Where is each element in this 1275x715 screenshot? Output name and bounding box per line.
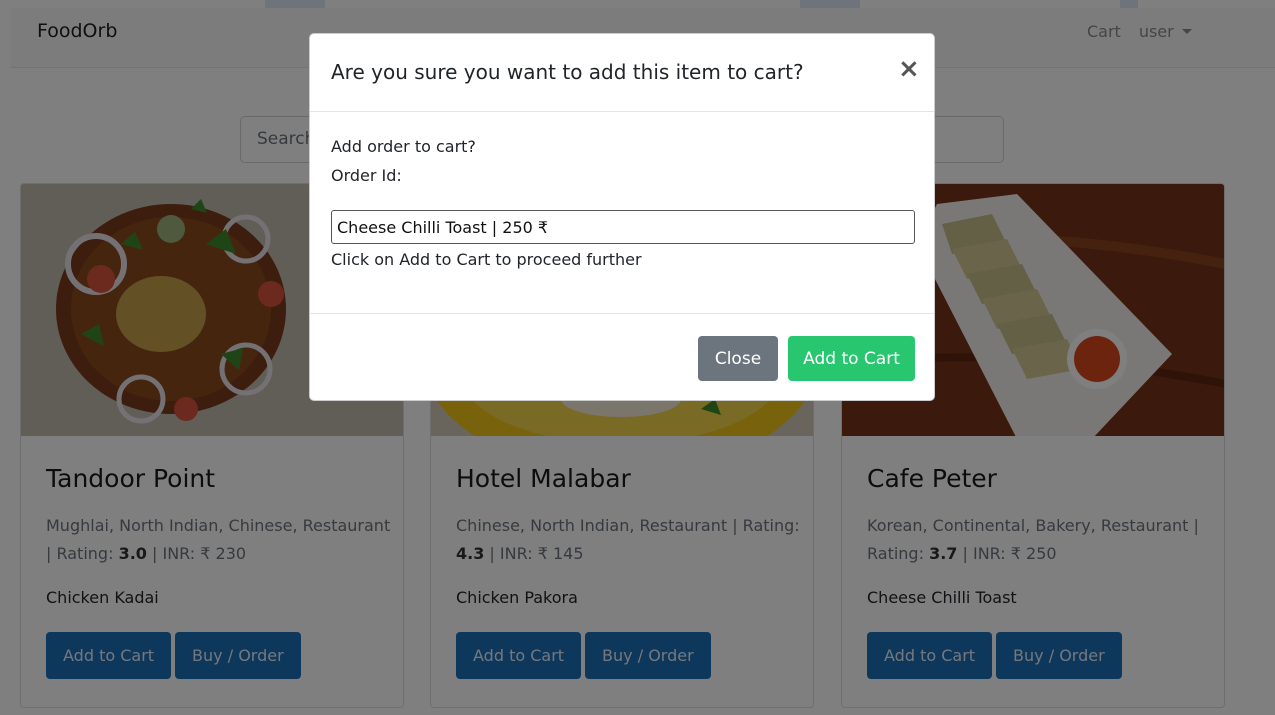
confirm-add-to-cart-button[interactable]: Add to Cart bbox=[788, 336, 915, 381]
modal-title: Are you sure you want to add this item t… bbox=[331, 60, 804, 84]
modal-footer: Close Add to Cart bbox=[310, 314, 934, 400]
order-id-label: Order Id: bbox=[331, 166, 402, 185]
modal-question: Add order to cart? bbox=[331, 137, 476, 156]
modal-hint: Click on Add to Cart to proceed further bbox=[331, 250, 642, 269]
confirm-modal: Are you sure you want to add this item t… bbox=[309, 33, 935, 401]
close-icon[interactable]: × bbox=[898, 54, 920, 84]
order-id-field[interactable] bbox=[331, 210, 915, 244]
modal-header: Are you sure you want to add this item t… bbox=[310, 34, 934, 112]
modal-body: Add order to cart? Order Id: Click on Ad… bbox=[310, 112, 934, 314]
close-button[interactable]: Close bbox=[698, 336, 778, 381]
